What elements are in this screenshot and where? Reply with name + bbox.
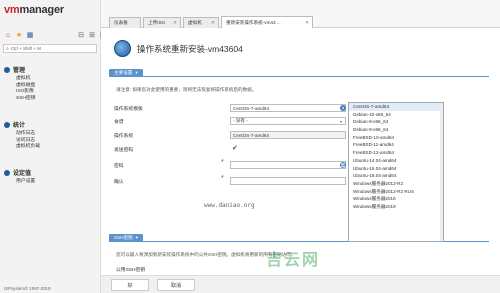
confirm-password-input[interactable] (230, 177, 346, 185)
search-icon: ⌕ (6, 45, 9, 52)
close-icon[interactable]: ✕ (173, 20, 177, 26)
os-field: CentOS-7-amd64 (230, 131, 346, 139)
form-row-os-template: 操作系统模板 CentOS-7-amd64 ▾ (114, 103, 364, 113)
tab-reinstall-os[interactable]: 重新安装操作系统-vm43 ... ✕ (221, 16, 313, 28)
ssh-key-label: 公用SSH密钥 (116, 268, 146, 273)
gear-icon (114, 40, 131, 57)
dropdown-option[interactable]: Windows服务器2012-R2 RUS (349, 188, 443, 196)
star-icon[interactable]: ★ (15, 31, 23, 39)
recipe-select[interactable]: - 没有 - ▾ (230, 117, 346, 125)
chevron-down-icon: ▾ (135, 235, 138, 240)
section-divider (109, 76, 489, 77)
sidebar-section-header[interactable]: 统计 (4, 120, 40, 129)
dropdown-scrollbar[interactable] (440, 103, 443, 241)
manage-icon (4, 66, 10, 73)
sidebar-section-stats: 统计 动作日志 访问日志 虚拟机负载 (4, 120, 40, 151)
sidebar-item-ssh[interactable]: SSH密钥 (16, 96, 35, 103)
dropdown-option[interactable]: Windows服务器2019 (349, 203, 443, 211)
settings-icon (4, 169, 10, 176)
sidebar-search-input[interactable]: ⌕ Ctrl + Shift + M (3, 44, 97, 53)
logo-suffix: manager (19, 4, 65, 16)
sidebar-section-header[interactable]: 设定值 (4, 168, 35, 177)
expand-icon[interactable]: ⊞ (88, 31, 96, 39)
form-actions: 好 取消 (101, 275, 500, 293)
recipe-label: 食谱 (114, 119, 124, 125)
dropdown-option[interactable]: Ubuntu-18.04-amd64 (349, 172, 443, 180)
form-row-recipe: 食谱 - 没有 - ▾ (114, 116, 364, 126)
os-label: 操作系统 (114, 133, 134, 139)
app-logo[interactable]: vmmanager (4, 4, 64, 16)
close-icon[interactable]: ✕ (211, 20, 215, 26)
password-input[interactable] (230, 161, 346, 169)
required-marker: * (221, 159, 224, 166)
dropdown-option[interactable]: FreeBSD-11-amd64 (349, 141, 443, 149)
tab-vms[interactable]: 虚拟机 ✕ (183, 17, 219, 28)
cancel-button[interactable]: 取消 (157, 279, 195, 291)
dropdown-option[interactable]: Debian-8-x86_64 (349, 118, 443, 126)
dropdown-option[interactable]: Debian-10-x86_64 (349, 111, 443, 119)
logo-prefix: vm (4, 4, 20, 16)
required-marker: * (221, 175, 224, 182)
page-title: 操作系统重新安装-vm43604 (137, 43, 243, 54)
watermark-logo: 吉云网 (266, 252, 321, 269)
tab-dashboard[interactable]: 仪表板 (109, 17, 141, 28)
sidebar-item-user-settings[interactable]: 用户设置 (16, 179, 35, 186)
main-settings-toggle[interactable]: 主要设置 ▾ (109, 69, 143, 77)
password-label: 密码 (114, 163, 124, 169)
sidebar-section-manage: 管理 虚拟机 虚拟磁盘 ISO影像 SSH密钥 (4, 65, 35, 102)
sidebar-section-header[interactable]: 管理 (4, 65, 35, 74)
copyright: ISPsystem© 1997-2019 (4, 286, 51, 291)
dropdown-option[interactable]: CentOS-7-amd64 (349, 103, 443, 111)
page-header: 操作系统重新安装-vm43604 (114, 40, 243, 57)
os-template-label: 操作系统模板 (114, 106, 143, 112)
sidebar-item-vm-load[interactable]: 虚拟机负载 (16, 144, 40, 151)
form-row-send-password: 发送密码 ✔ (114, 144, 364, 154)
main-content: 操作系统重新安装-vm43604 主要设置 ▾ 请注意: 如果您对此使用的重要，… (101, 28, 500, 293)
sidebar-section-settings: 设定值 用户设置 (4, 168, 35, 186)
key-icon[interactable]: ⚿ (340, 162, 346, 168)
form-row-password: 密码 * (114, 159, 364, 170)
dropdown-option[interactable]: FreeBSD-10-amd64 (349, 134, 443, 142)
chevron-down-icon: ▾ (339, 118, 342, 124)
dropdown-option[interactable]: Debian-9-x86_64 (349, 126, 443, 134)
sidebar-item-iso[interactable]: ISO影像 (16, 89, 35, 96)
layout-icon[interactable]: ▦ (26, 31, 34, 39)
stats-icon (4, 121, 10, 128)
form-row-os: 操作系统 CentOS-7-amd64 (114, 130, 364, 140)
collapse-icon[interactable]: ⊟ (77, 31, 85, 39)
os-template-dropdown: CentOS-7-amd64 Debian-10-x86_64 Debian-8… (348, 102, 444, 242)
tab-upload-iso[interactable]: 上传ISO ✕ (143, 17, 181, 28)
tab-bar: 仪表板 上传ISO ✕ 虚拟机 ✕ 重新安装操作系统-vm43 ... ✕ (101, 0, 500, 28)
ok-button[interactable]: 好 (111, 279, 149, 291)
send-password-label: 发送密码 (114, 147, 134, 153)
sidebar-toolbar: ⌂ ★ ▦ ⊟ ⊞ ▣ (4, 31, 107, 40)
confirm-label: 确认 (114, 179, 124, 185)
sidebar: vmmanager ⌂ ★ ▦ ⊟ ⊞ ▣ ⌕ Ctrl + Shift + M… (0, 0, 106, 293)
close-icon[interactable]: ✕ (305, 20, 309, 26)
dropdown-option[interactable]: Ubuntu-16.04-amd64 (349, 165, 443, 173)
home-icon[interactable]: ⌂ (4, 31, 12, 39)
help-icon[interactable]: ? (340, 105, 346, 111)
notice-text: 请注意: 如果您对此使用的重要，则将无法恢复将操作系统后的数据。 (116, 87, 257, 92)
search-placeholder: Ctrl + Shift + M (10, 46, 41, 51)
os-template-select[interactable]: CentOS-7-amd64 ▾ (230, 104, 346, 112)
ssh-section-toggle[interactable]: SSH密钥 ▾ (109, 234, 143, 242)
dropdown-option[interactable]: Ubuntu-14.04-amd64 (349, 157, 443, 165)
dropdown-option[interactable]: FreeBSD-12-amd64 (349, 149, 443, 157)
form-row-confirm: 确认 * (114, 175, 364, 186)
chevron-down-icon: ▾ (135, 70, 138, 75)
watermark-url: www.daniao.org (204, 202, 255, 209)
send-password-checkbox[interactable]: ✔ (232, 144, 238, 152)
dropdown-option[interactable]: Windows服务器2012-R2 (349, 180, 443, 188)
dropdown-option[interactable]: Windows服务器2016 (349, 195, 443, 203)
